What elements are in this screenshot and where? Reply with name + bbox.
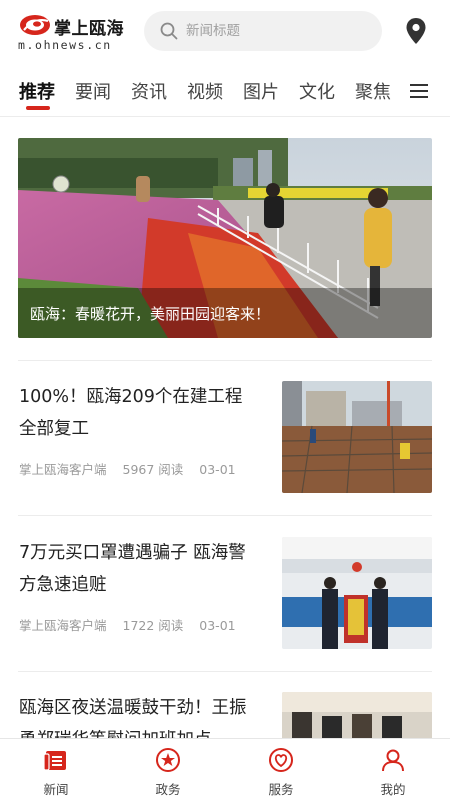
tab-pictures[interactable]: 图片 xyxy=(243,78,279,104)
nav-label: 服务 xyxy=(268,782,294,797)
news-meta: 掌上瓯海客户端 1722 阅读 03-01 xyxy=(19,615,248,634)
divider xyxy=(18,671,432,672)
category-tabs: 推荐 要闻 资讯 视频 图片 文化 聚焦 xyxy=(0,72,450,116)
tabs-divider xyxy=(0,116,450,117)
search-input[interactable] xyxy=(186,11,366,51)
news-meta: 掌上瓯海客户端 5967 阅读 03-01 xyxy=(19,459,248,478)
news-source: 掌上瓯海客户端 xyxy=(19,462,107,477)
app-logo[interactable]: 掌上瓯海 m.ohnews.cn xyxy=(16,12,131,54)
tab-headlines[interactable]: 要闻 xyxy=(75,78,111,104)
tab-video[interactable]: 视频 xyxy=(187,78,223,104)
divider xyxy=(18,515,432,516)
news-thumbnail xyxy=(282,537,432,649)
logo-mark-icon xyxy=(20,15,50,35)
app-header: 掌上瓯海 m.ohnews.cn xyxy=(0,0,450,62)
news-reads: 5967 阅读 xyxy=(122,462,184,477)
nav-government[interactable]: 政务 xyxy=(128,739,208,800)
news-reads: 1722 阅读 xyxy=(122,618,184,633)
news-icon xyxy=(43,751,66,771)
search-bar[interactable] xyxy=(144,11,382,51)
divider xyxy=(18,360,432,361)
nav-profile[interactable]: 我的 xyxy=(353,739,433,800)
tab-recommend[interactable]: 推荐 xyxy=(19,78,55,104)
active-tab-indicator xyxy=(26,106,50,110)
service-icon xyxy=(269,748,293,772)
nav-label: 政务 xyxy=(155,782,181,797)
tab-culture[interactable]: 文化 xyxy=(299,78,335,104)
news-date: 03-01 xyxy=(199,618,236,633)
news-source: 掌上瓯海客户端 xyxy=(19,618,107,633)
news-item[interactable]: 7万元买口罩遭遇骗子 瓯海警方急速追赃 掌上瓯海客户端 1722 阅读 03-0… xyxy=(0,537,450,672)
nav-label: 新闻 xyxy=(43,782,69,797)
nav-label: 我的 xyxy=(380,782,406,797)
location-pin-icon[interactable] xyxy=(405,17,427,45)
tab-info[interactable]: 资讯 xyxy=(131,78,167,104)
logo-title: 掌上瓯海 xyxy=(54,19,124,39)
hero-banner[interactable]: 瓯海：春暖花开，美丽田园迎客来！ xyxy=(18,138,432,338)
search-icon xyxy=(160,22,178,40)
hero-caption: 瓯海：春暖花开，美丽田园迎客来！ xyxy=(30,305,271,323)
news-item[interactable]: 100%！瓯海209个在建工程全部复工 掌上瓯海客户端 5967 阅读 03-0… xyxy=(0,381,450,516)
logo-domain: m.ohnews.cn xyxy=(18,38,112,52)
news-date: 03-01 xyxy=(199,462,236,477)
profile-icon xyxy=(382,749,404,772)
news-title: 7万元买口罩遭遇骗子 瓯海警方急速追赃 xyxy=(19,543,246,595)
bottom-navigation: 新闻 政务 服务 我的 xyxy=(0,738,450,800)
tab-focus[interactable]: 聚焦 xyxy=(355,78,391,104)
news-thumbnail xyxy=(282,381,432,493)
menu-icon[interactable] xyxy=(410,84,430,100)
nav-news[interactable]: 新闻 xyxy=(16,739,96,800)
government-icon xyxy=(156,748,180,772)
news-title: 100%！瓯海209个在建工程全部复工 xyxy=(19,387,243,439)
nav-service[interactable]: 服务 xyxy=(241,739,321,800)
